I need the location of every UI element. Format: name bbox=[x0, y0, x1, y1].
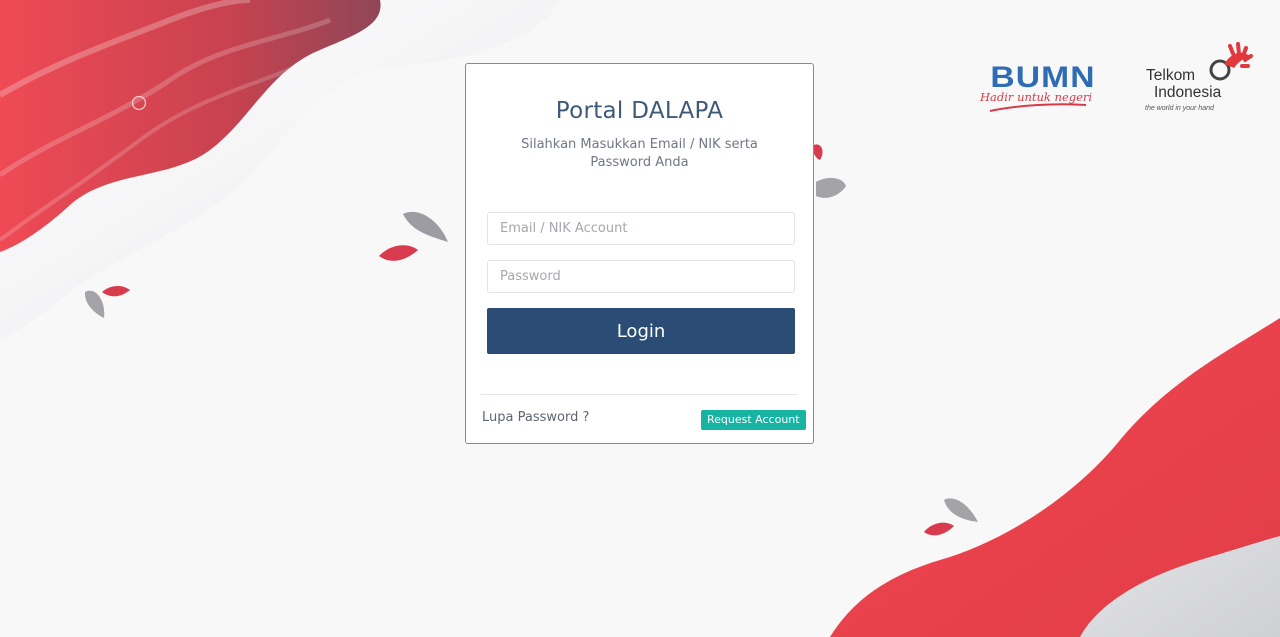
petal-red bbox=[813, 144, 823, 160]
bumn-logo: BUMN Hadir untuk negeri bbox=[968, 63, 1102, 115]
petal-gray bbox=[84, 290, 105, 318]
telkom-logo: Telkom Indonesia the world in your hand bbox=[1144, 42, 1254, 118]
login-card: Portal DALAPA Silahkan Masukkan Email / … bbox=[465, 63, 814, 444]
bumn-swoosh-icon bbox=[989, 103, 1087, 112]
petal-gray bbox=[816, 177, 846, 198]
login-button[interactable]: Login bbox=[487, 308, 795, 354]
request-account-button[interactable]: Request Account bbox=[701, 410, 806, 430]
page-title: Portal DALAPA bbox=[555, 98, 724, 124]
petal-gray bbox=[944, 498, 978, 522]
petal-red bbox=[379, 245, 418, 261]
forgot-password-link[interactable]: Lupa Password ? bbox=[482, 410, 589, 425]
petal-red bbox=[102, 286, 130, 297]
email-nik-input[interactable] bbox=[487, 212, 795, 245]
password-input[interactable] bbox=[487, 260, 795, 293]
petal-red bbox=[924, 522, 954, 536]
telkom-logo-name: Telkom Indonesia bbox=[1146, 67, 1222, 101]
bumn-logo-tagline: Hadir untuk negeri bbox=[980, 90, 1093, 104]
petal-gray bbox=[403, 211, 448, 242]
login-instructions: Silahkan Masukkan Email / NIK serta Pass… bbox=[521, 137, 758, 170]
telkom-logo-tagline: the world in your hand bbox=[1145, 105, 1214, 112]
bumn-logo-wordmark: BUMN bbox=[990, 61, 1096, 94]
card-divider bbox=[481, 394, 798, 395]
login-page: BUMN Hadir untuk negeri Telkom Indonesia… bbox=[0, 0, 1280, 637]
